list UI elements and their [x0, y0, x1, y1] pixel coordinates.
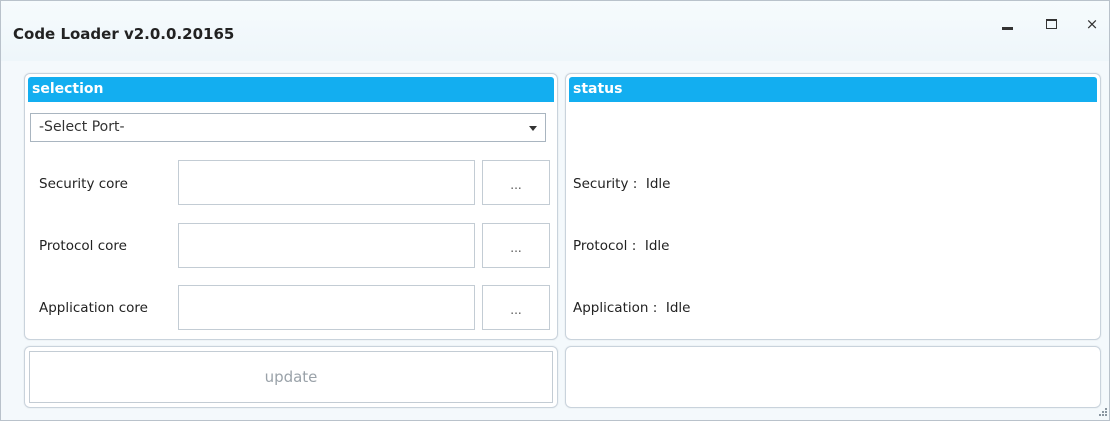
security-status: Security : Idle: [573, 176, 670, 192]
update-button[interactable]: update: [29, 351, 553, 403]
minimize-icon: [1001, 26, 1013, 30]
protocol-status-value: Idle: [644, 238, 670, 254]
port-select-value: -Select Port-: [39, 119, 125, 135]
maximize-button[interactable]: [1038, 13, 1064, 35]
protocol-status: Protocol : Idle: [573, 238, 669, 254]
status-separator: :: [648, 300, 666, 316]
window-title: Code Loader v2.0.0.20165: [13, 25, 235, 43]
status-panel: status Security : Idle Protocol : Idle A…: [565, 73, 1101, 340]
application-status: Application : Idle: [573, 300, 690, 316]
code-loader-window: Code Loader v2.0.0.20165 × selection -Se…: [0, 0, 1110, 421]
message-panel: [565, 346, 1101, 408]
protocol-core-browse-button[interactable]: ...: [482, 223, 550, 268]
close-icon: ×: [1085, 15, 1099, 33]
security-core-browse-button[interactable]: ...: [482, 160, 550, 205]
minimize-button[interactable]: [994, 13, 1020, 35]
resize-grip-icon[interactable]: [1099, 408, 1107, 416]
application-core-browse-button[interactable]: ...: [482, 285, 550, 330]
close-button[interactable]: ×: [1079, 13, 1105, 35]
application-core-label: Application core: [39, 300, 148, 316]
application-core-input[interactable]: [178, 285, 475, 330]
application-status-label: Application: [573, 300, 649, 316]
selection-header: selection: [28, 77, 554, 102]
security-status-value: Idle: [645, 176, 671, 192]
chevron-down-icon: [529, 126, 537, 131]
selection-panel: selection -Select Port- Security core ..…: [24, 73, 558, 340]
maximize-icon: [1045, 19, 1057, 29]
port-select[interactable]: -Select Port-: [30, 113, 546, 142]
protocol-core-label: Protocol core: [39, 238, 127, 254]
security-core-input[interactable]: [178, 160, 475, 205]
status-separator: :: [627, 238, 645, 254]
protocol-core-input[interactable]: [178, 223, 475, 268]
security-status-label: Security: [573, 176, 629, 192]
protocol-status-label: Protocol: [573, 238, 628, 254]
status-header: status: [569, 77, 1097, 102]
application-status-value: Idle: [665, 300, 691, 316]
title-bar[interactable]: Code Loader v2.0.0.20165 ×: [1, 1, 1109, 61]
security-core-label: Security core: [39, 176, 128, 192]
status-separator: :: [628, 176, 646, 192]
update-panel: update: [24, 346, 558, 408]
